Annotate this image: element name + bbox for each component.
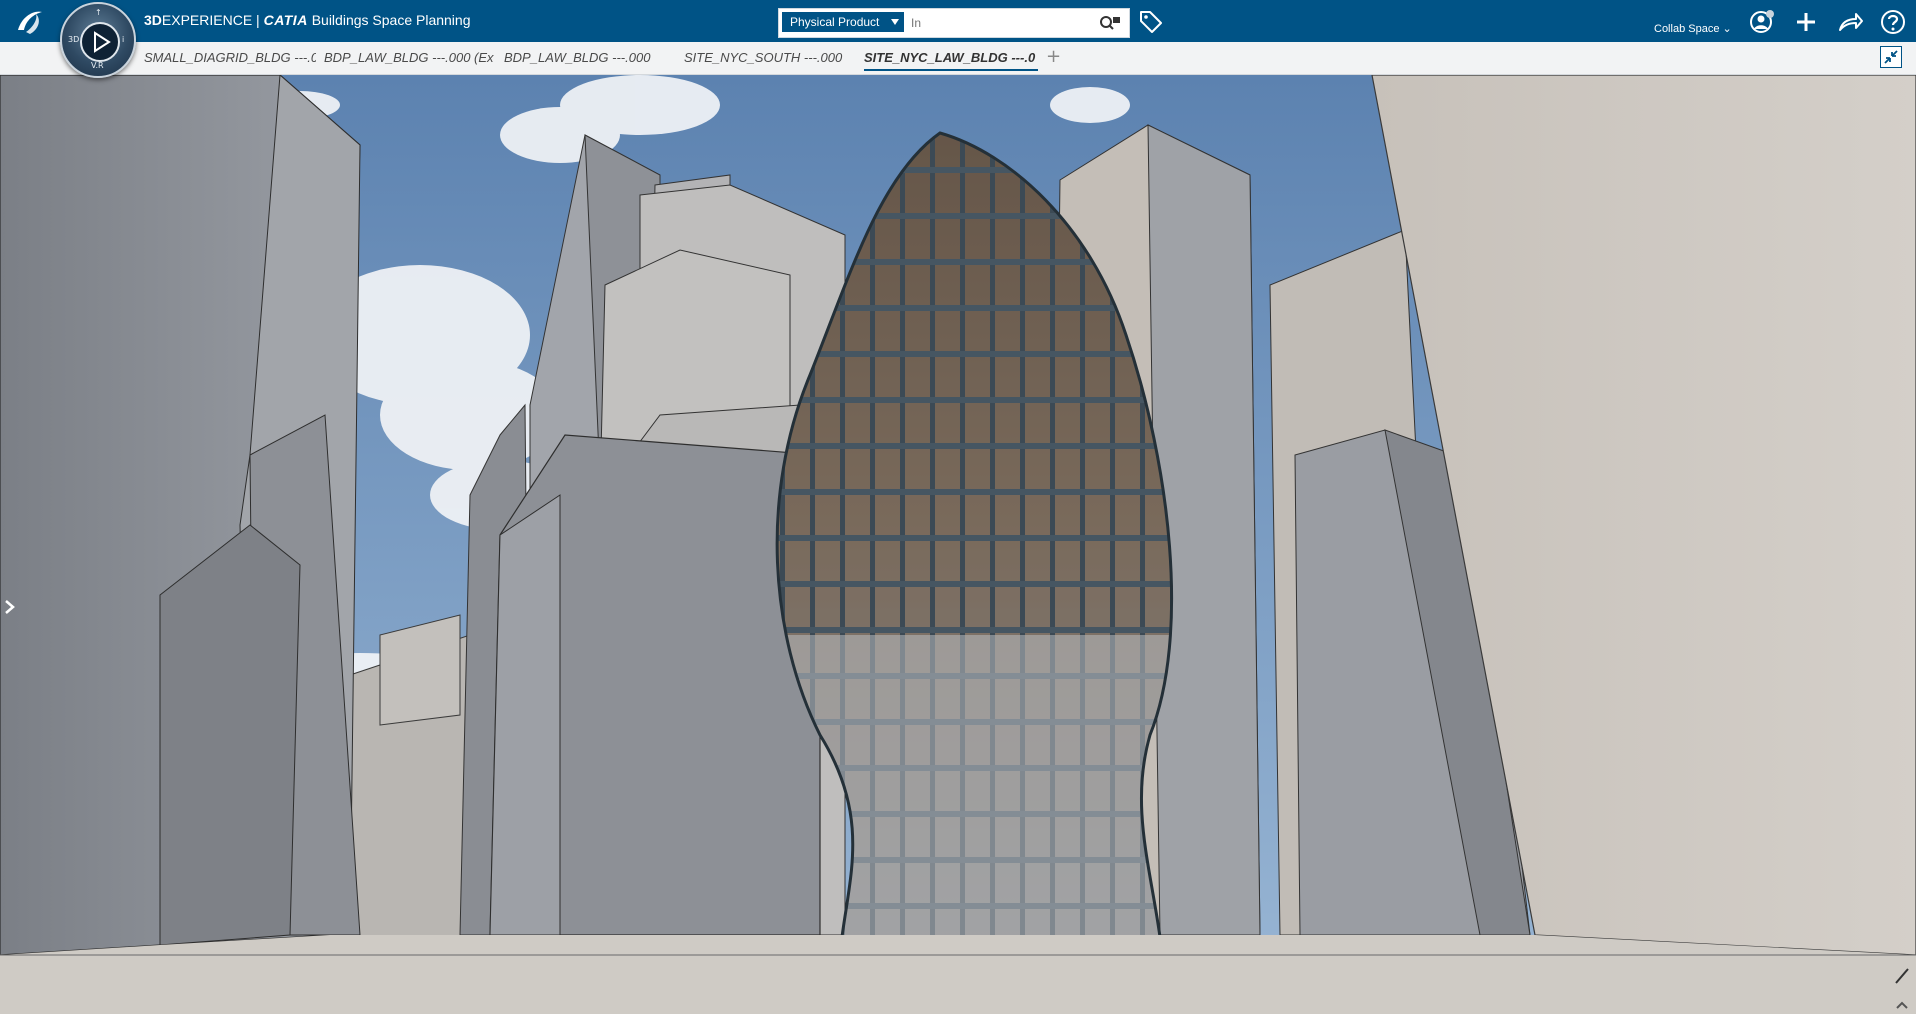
search-scope-label: Physical Product [790,15,880,29]
brand-experience: EXPERIENCE [161,12,253,28]
dassault-logo-icon[interactable] [12,6,48,36]
ground-plane [0,935,1916,1014]
help-icon[interactable] [1879,8,1907,36]
compass-widget[interactable]: ↑ 3D i V.R [60,2,136,78]
tab-bdp-law-bldg[interactable]: BDP_LAW_BLDG ---.000 [504,50,676,65]
top-bar: ↑ 3D i V.R 3DEXPERIENCE | CATIA Building… [0,0,1916,78]
pen-icon[interactable] [1894,965,1910,985]
search-box: Physical Product [778,8,1130,38]
collapse-arrows-icon [1884,50,1898,64]
search-icon[interactable] [1099,14,1121,32]
add-icon[interactable] [1792,8,1820,36]
compass-right-label: i [122,35,125,44]
chevron-down-icon: ⌄ [1722,23,1732,35]
app-title: 3DEXPERIENCE | CATIA Buildings Space Pla… [144,12,470,28]
add-tab-button[interactable]: + [1046,46,1061,67]
user-profile-icon[interactable] [1748,8,1776,36]
title-separator: | [252,12,264,28]
tab-bar: SMALL_DIAGRID_BLDG ---.0 BDP_LAW_BLDG --… [0,42,1916,75]
chevron-up-icon[interactable] [1894,998,1910,1012]
play-icon[interactable] [80,22,120,62]
tab-bdp-law-bldg-ex[interactable]: BDP_LAW_BLDG ---.000 (Ex [324,50,496,65]
3d-viewport[interactable] [0,75,1916,1014]
compass-left-label: 3D [68,35,80,44]
product-name: CATIA [263,12,308,28]
city-scene [0,75,1916,1014]
chevron-right-icon[interactable] [2,595,18,619]
chevron-down-icon [891,19,899,25]
tag-icon[interactable] [1138,9,1164,33]
search-scope-dropdown[interactable]: Physical Product [782,12,904,32]
compass-top-label: ↑ [95,8,102,17]
tab-site-nyc-law-bldg[interactable]: SITE_NYC_LAW_BLDG ---.0 [864,50,1038,71]
app-role: Buildings Space Planning [307,12,471,28]
fullscreen-toggle-button[interactable] [1880,46,1902,68]
brand-3d: 3D [144,12,162,28]
tab-small-diagrid-bldg[interactable]: SMALL_DIAGRID_BLDG ---.0 [144,50,316,65]
share-icon[interactable] [1836,8,1864,36]
collab-space-dropdown[interactable]: Collab Space ⌄ [1654,22,1732,35]
tab-site-nyc-south[interactable]: SITE_NYC_SOUTH ---.000 [684,50,856,65]
search-input[interactable] [909,12,1083,34]
collab-space-label: Collab Space [1654,23,1720,35]
